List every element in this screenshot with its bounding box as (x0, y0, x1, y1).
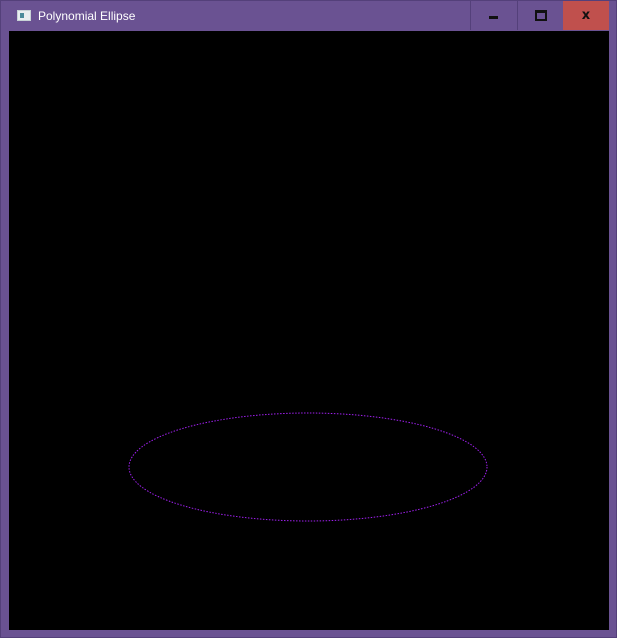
close-icon: x (581, 8, 591, 23)
minimize-icon (489, 16, 498, 19)
polynomial-ellipse (128, 412, 488, 522)
window-app-icon[interactable] (17, 10, 31, 21)
drawing-canvas[interactable] (9, 31, 609, 630)
ellipse-drawing (128, 412, 488, 522)
maximize-button[interactable] (517, 1, 563, 30)
title-bar[interactable]: Polynomial Ellipse x (1, 1, 616, 30)
close-button[interactable]: x (563, 1, 609, 30)
window-title: Polynomial Ellipse (38, 9, 136, 23)
app-window: Polynomial Ellipse x (0, 0, 617, 638)
minimize-button[interactable] (470, 1, 516, 30)
maximize-icon (534, 10, 547, 21)
app-icon-pane (20, 13, 24, 18)
